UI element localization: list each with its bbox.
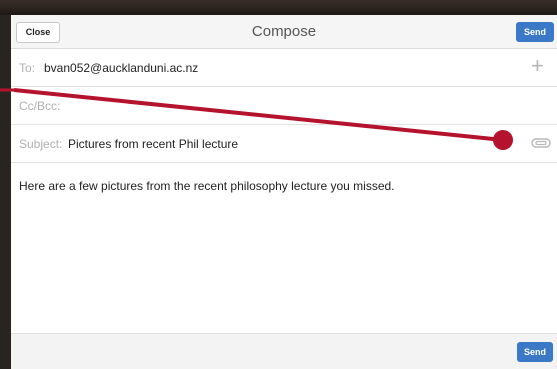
annotation-pointer bbox=[0, 88, 513, 150]
annotation-dot bbox=[493, 130, 513, 150]
annotation-line bbox=[13, 88, 504, 142]
